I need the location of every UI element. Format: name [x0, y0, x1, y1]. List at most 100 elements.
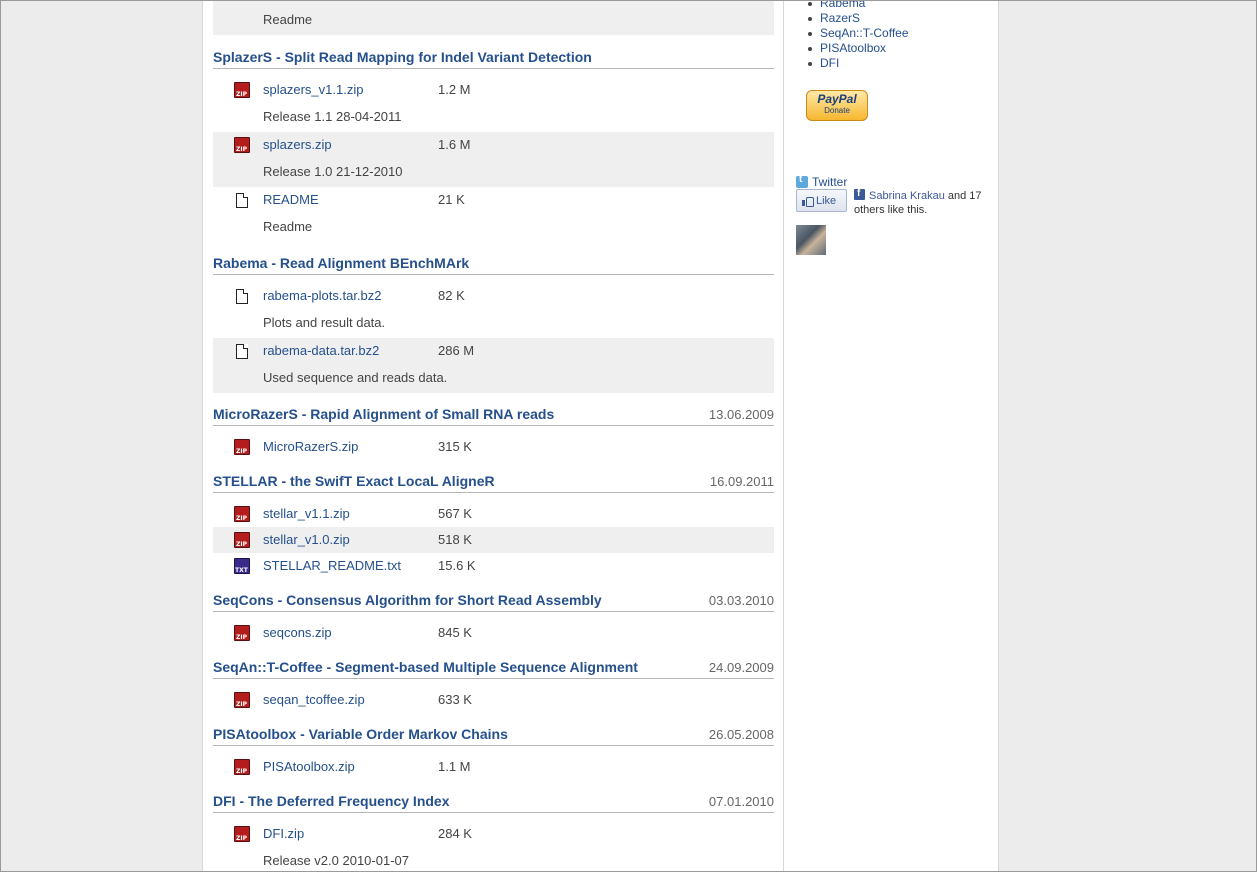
facebook-like-button[interactable]: Like	[796, 189, 847, 212]
file-item: Readme	[213, 1, 774, 35]
zip-file-icon	[234, 506, 250, 527]
file-size: 21 K	[438, 192, 465, 207]
sidebar-link-label[interactable]: SeqAn::T-Coffee	[820, 26, 909, 40]
like-button-label: Like	[816, 194, 837, 207]
file-row: stellar_v1.0.zip518 K	[234, 532, 774, 553]
file-download-link[interactable]: seqan_tcoffee.zip	[263, 692, 438, 708]
file-row: splazers_v1.1.zip1.2 M	[234, 82, 774, 103]
twitter-link[interactable]: Twitter	[796, 174, 847, 189]
file-list: PISAtoolbox.zip1.1 M	[213, 746, 774, 790]
sidebar-link-label[interactable]: DFI	[820, 56, 839, 70]
file-item: seqan_tcoffee.zip633 K	[213, 687, 774, 713]
file-size: 845 K	[438, 625, 472, 640]
paypal-donate-label: Donate	[824, 106, 850, 115]
file-item: README 21 K Readme	[213, 187, 774, 242]
sidebar-link-label[interactable]: RazerS	[820, 11, 860, 25]
section-date: 03.03.2010	[708, 593, 774, 608]
zip-file-icon	[234, 625, 250, 646]
section-heading: MicroRazerS - Rapid Alignment of Small R…	[213, 403, 774, 426]
file-size: 315 K	[438, 439, 472, 454]
sidebar-item-pisatoolbox[interactable]: PISAtoolbox	[808, 41, 909, 56]
file-list: MicroRazerS.zip315 K	[213, 426, 774, 470]
file-row: splazers.zip1.6 M	[234, 137, 774, 158]
sidebar-item-dfi[interactable]: DFI	[808, 56, 909, 71]
section-heading: DFI - The Deferred Frequency Index 07.01.…	[213, 790, 774, 813]
facebook-like-summary: Sabrina Krakau and 17 others like this.	[854, 187, 984, 217]
section-heading: SeqAn::T-Coffee - Segment-based Multiple…	[213, 656, 774, 679]
sidebar-link-label[interactable]: PISAtoolbox	[820, 41, 886, 55]
file-description: Release 1.0 21-12-2010	[263, 164, 403, 179]
file-description: Readme	[263, 12, 313, 27]
facebook-icon	[854, 187, 865, 201]
zip-file-icon	[234, 82, 250, 103]
file-size: 284 K	[438, 826, 472, 841]
zip-file-icon	[234, 759, 250, 780]
file-row: rabema-data.tar.bz2 286 M	[234, 343, 774, 359]
paypal-donate-button[interactable]: PayPal Donate	[806, 90, 868, 121]
file-download-link[interactable]: rabema-data.tar.bz2	[263, 343, 438, 359]
file-description: Readme	[263, 219, 313, 234]
document-icon	[236, 288, 248, 304]
file-row: DFI.zip284 K	[234, 826, 774, 847]
section-date: 13.06.2009	[708, 407, 774, 422]
file-size: 1.2 M	[438, 82, 471, 97]
sidebar-project-links: Rabema RazerS SeqAn::T-Coffee PISAtoolbo…	[808, 1, 909, 71]
file-row: README 21 K	[234, 192, 774, 208]
sidebar-item-seqan-tcoffee[interactable]: SeqAn::T-Coffee	[808, 26, 909, 41]
file-download-link[interactable]: stellar_v1.1.zip	[263, 506, 438, 522]
file-item: rabema-plots.tar.bz2 82 K Plots and result…	[213, 283, 774, 338]
sidebar-link-label[interactable]: Rabema	[820, 1, 865, 10]
file-item: splazers.zip1.6 M Release 1.0 21-12-2010	[213, 132, 774, 187]
section-title: SeqAn::T-Coffee - Segment-based Multiple…	[213, 659, 638, 675]
download-section: Rabema - Read Alignment BEnchMArk rabema-…	[213, 252, 774, 403]
file-size: 286 M	[438, 343, 475, 358]
download-section: MicroRazerS - Rapid Alignment of Small R…	[213, 403, 774, 470]
section-heading: Rabema - Read Alignment BEnchMArk	[213, 252, 774, 275]
file-description: Release 1.1 28-04-2011	[263, 109, 402, 124]
file-download-link[interactable]: STELLAR_README.txt	[263, 558, 438, 574]
file-row: stellar_v1.1.zip567 K	[234, 506, 774, 527]
file-download-link[interactable]: seqcons.zip	[263, 625, 438, 641]
file-download-link[interactable]: README	[263, 192, 438, 208]
file-download-link[interactable]: stellar_v1.0.zip	[263, 532, 438, 548]
file-item: STELLAR_README.txt15.6 K	[213, 553, 774, 579]
file-size: 518 K	[438, 532, 472, 547]
document-icon	[236, 343, 248, 359]
file-row: STELLAR_README.txt15.6 K	[234, 558, 774, 579]
file-download-link[interactable]: splazers.zip	[263, 137, 438, 153]
section-title: SeqCons - Consensus Algorithm for Short …	[213, 592, 602, 608]
file-description: Used sequence and reads data.	[263, 370, 448, 385]
file-description: Release v2.0 2010-01-07	[263, 853, 409, 868]
file-item: MicroRazerS.zip315 K	[213, 434, 774, 460]
file-item: stellar_v1.1.zip567 K	[213, 501, 774, 527]
file-list: seqan_tcoffee.zip633 K	[213, 679, 774, 723]
zip-file-icon	[234, 692, 250, 713]
file-row: seqcons.zip845 K	[234, 625, 774, 646]
like-user-name[interactable]: Sabrina Krakau	[869, 190, 945, 202]
avatar[interactable]	[796, 225, 826, 255]
download-section: Readme	[213, 1, 774, 46]
download-section: SeqCons - Consensus Algorithm for Short …	[213, 589, 774, 656]
file-row: rabema-plots.tar.bz2 82 K	[234, 288, 774, 304]
file-list: rabema-plots.tar.bz2 82 K Plots and result…	[213, 275, 774, 403]
file-download-link[interactable]: DFI.zip	[263, 826, 438, 842]
file-item: seqcons.zip845 K	[213, 620, 774, 646]
file-item: splazers_v1.1.zip1.2 M Release 1.1 28-04-…	[213, 77, 774, 132]
section-title: STELLAR - the SwifT Exact LocaL AligneR	[213, 473, 495, 489]
sidebar: Rabema RazerS SeqAn::T-Coffee PISAtoolbo…	[784, 1, 999, 871]
section-title: Rabema - Read Alignment BEnchMArk	[213, 255, 470, 271]
download-section: PISAtoolbox - Variable Order Markov Chai…	[213, 723, 774, 790]
file-size: 633 K	[438, 692, 472, 707]
sidebar-item-rabema[interactable]: Rabema	[808, 1, 909, 11]
file-size: 82 K	[438, 288, 465, 303]
section-heading: STELLAR - the SwifT Exact LocaL AligneR 1…	[213, 470, 774, 493]
sidebar-item-razers[interactable]: RazerS	[808, 11, 909, 26]
file-download-link[interactable]: rabema-plots.tar.bz2	[263, 288, 438, 304]
section-date: 26.05.2008	[708, 727, 774, 742]
section-title: MicroRazerS - Rapid Alignment of Small R…	[213, 406, 555, 422]
file-download-link[interactable]: MicroRazerS.zip	[263, 439, 438, 455]
file-download-link[interactable]: PISAtoolbox.zip	[263, 759, 438, 775]
file-download-link[interactable]: splazers_v1.1.zip	[263, 82, 438, 98]
zip-file-icon	[234, 826, 250, 847]
file-list: DFI.zip284 K Release v2.0 2010-01-07	[213, 813, 774, 871]
